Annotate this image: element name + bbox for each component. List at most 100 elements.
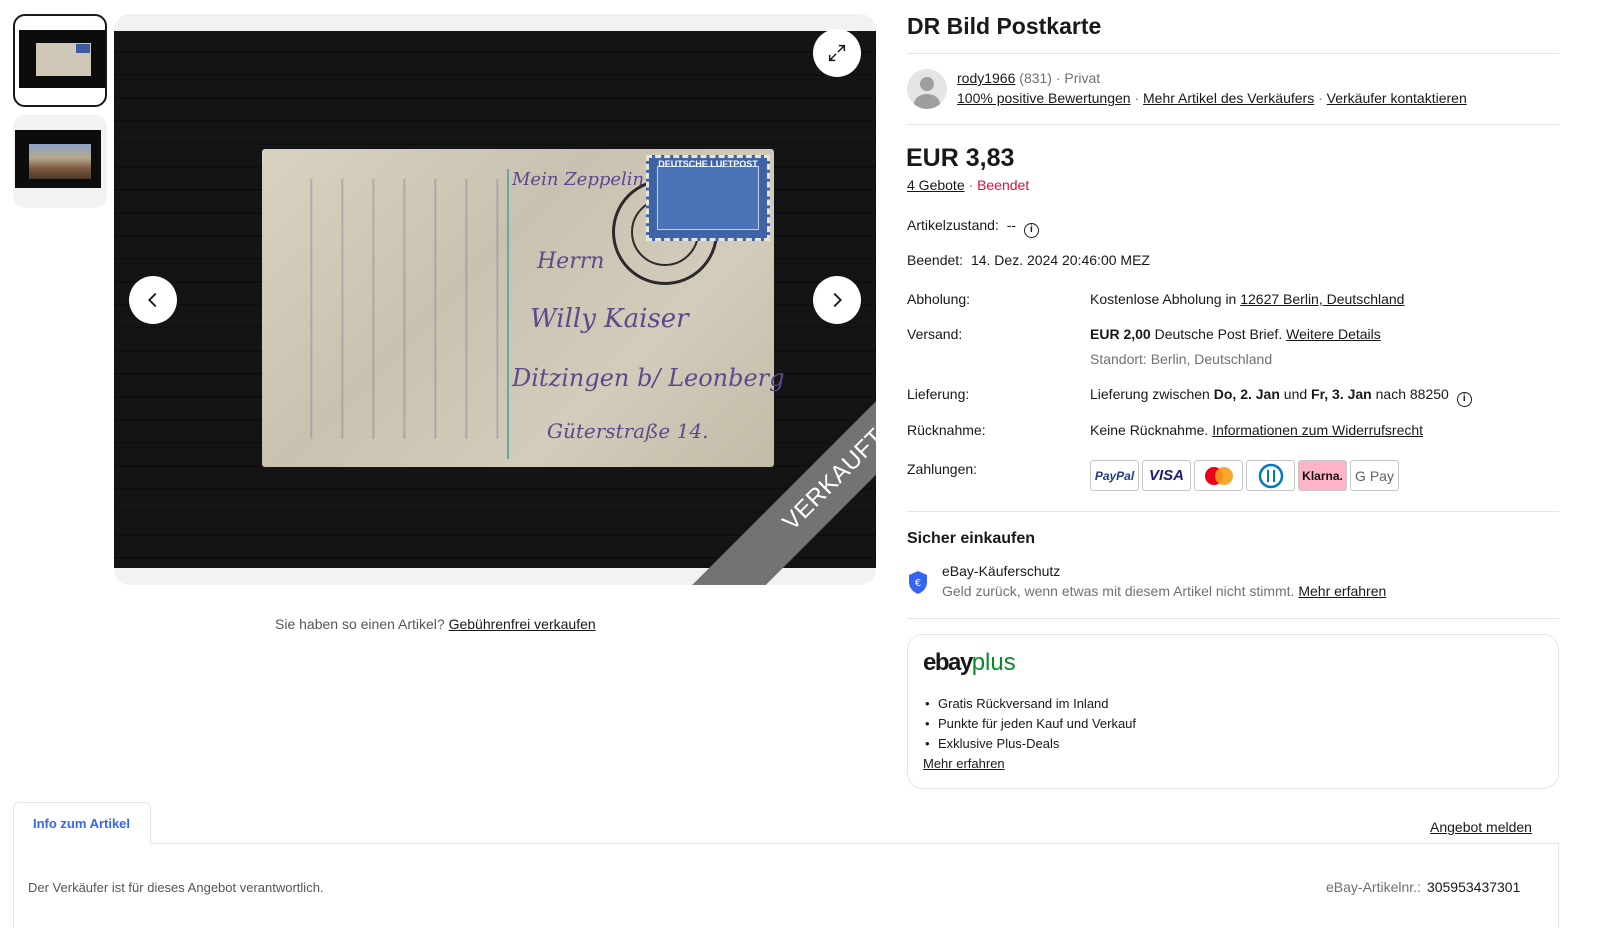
- tab-border: [1558, 843, 1559, 928]
- pickup-text: Kostenlose Abholung in: [1090, 291, 1237, 307]
- plus-learn-more-link[interactable]: Mehr erfahren: [923, 756, 1005, 771]
- buyer-protection-sub: Geld zurück, wenn etwas mit diesem Artik…: [942, 583, 1386, 599]
- info-icon[interactable]: i: [1456, 392, 1472, 407]
- seller-score: (831): [1019, 70, 1052, 86]
- seller-avatar[interactable]: [907, 69, 947, 109]
- mastercard-icon: [1204, 466, 1233, 485]
- main-photo[interactable]: Mein Zeppelin Herrn Willy Kaiser Ditzing…: [114, 31, 876, 568]
- shipping-label: Versand:: [907, 326, 963, 342]
- withdrawal-info-link[interactable]: Informationen zum Widerrufsrecht: [1212, 422, 1423, 438]
- pickup-location-link[interactable]: 12627 Berlin, Deutschland: [1240, 291, 1404, 307]
- separator: ·: [968, 177, 974, 193]
- shield-euro-icon: €: [909, 571, 927, 594]
- contact-seller-link[interactable]: Verkäufer kontaktieren: [1327, 90, 1467, 106]
- returns-value: Keine Rücknahme. Informationen zum Wider…: [1090, 422, 1423, 438]
- buyer-protection-title: eBay-Käuferschutz: [942, 563, 1061, 579]
- previous-image-button[interactable]: [129, 276, 177, 324]
- ebay-logo-text: ebay: [923, 649, 973, 676]
- seller-name-link[interactable]: rody1966: [957, 70, 1015, 86]
- condition-value: --: [1006, 217, 1017, 233]
- pickup-label: Abholung:: [907, 291, 971, 307]
- tab-item-info[interactable]: Info zum Artikel: [13, 802, 151, 844]
- sell-free-link[interactable]: Gebührenfrei verkaufen: [449, 616, 596, 632]
- stamp: DEUTSCHE LUFTPOST: [646, 155, 770, 241]
- thumbnail-2[interactable]: [13, 115, 107, 208]
- learn-more-link[interactable]: Mehr erfahren: [1298, 583, 1386, 599]
- tab-underline: [13, 843, 1559, 844]
- svg-text:€: €: [915, 578, 921, 589]
- thumbnail-stamp: [76, 44, 90, 53]
- divider: [907, 124, 1559, 125]
- seller-responsible-text: Der Verkäufer ist für dieses Angebot ver…: [28, 880, 324, 895]
- postcard: Mein Zeppelin Herrn Willy Kaiser Ditzing…: [262, 149, 785, 467]
- seller-links: 100% positive Bewertungen · Mehr Artikel…: [957, 90, 1467, 106]
- thumbnail-1[interactable]: [13, 14, 107, 107]
- separator: ·: [1318, 90, 1323, 106]
- divider: [907, 511, 1559, 512]
- report-listing-link[interactable]: Angebot melden: [1430, 819, 1532, 835]
- price: EUR 3,83: [906, 144, 1015, 172]
- delivery-to: Fr, 3. Jan: [1311, 386, 1372, 402]
- chevron-right-icon: [833, 292, 842, 308]
- image-gallery: Mein Zeppelin Herrn Willy Kaiser Ditzing…: [114, 14, 876, 585]
- visa-logo: VISA: [1142, 460, 1191, 491]
- secure-title: Sicher einkaufen: [907, 530, 1036, 547]
- divider: [907, 618, 1559, 619]
- pickup-value: Kostenlose Abholung in 12627 Berlin, Deu…: [1090, 291, 1404, 307]
- card-text-line: Güterstraße 14.: [547, 419, 709, 443]
- klarna-logo: Klarna.: [1298, 460, 1347, 491]
- feedback-link[interactable]: 100% positive Bewertungen: [957, 90, 1131, 106]
- buyer-protection-text: Geld zurück, wenn etwas mit diesem Artik…: [942, 583, 1295, 599]
- tab-border: [13, 843, 14, 928]
- item-number: eBay-Artikelnr.: 305953437301: [1326, 879, 1520, 895]
- bids-link[interactable]: 4 Gebote: [907, 177, 965, 193]
- handwriting-block: [282, 179, 502, 439]
- ended-row: Beendet: 14. Dez. 2024 20:46:00 MEZ: [907, 252, 1150, 268]
- expand-button[interactable]: [813, 29, 861, 77]
- returns-text: Keine Rücknahme.: [1090, 422, 1209, 438]
- seller-type: · Privat: [1055, 70, 1101, 86]
- delivery-and: und: [1283, 386, 1308, 402]
- listing-title: DR Bild Postkarte: [907, 13, 1102, 39]
- plus-benefits: Gratis Rückversand im Inland Punkte für …: [923, 696, 1136, 756]
- stamp-text: DEUTSCHE LUFTPOST: [658, 159, 758, 169]
- plus-logo-text: plus: [971, 649, 1016, 676]
- shipping-details-link[interactable]: Weitere Details: [1286, 326, 1381, 342]
- shipping-text: Deutsche Post Brief.: [1154, 326, 1283, 342]
- delivery-pre: Lieferung zwischen: [1090, 386, 1210, 402]
- chevron-left-icon: [148, 292, 157, 308]
- item-number-label: eBay-Artikelnr.:: [1326, 879, 1421, 895]
- diners-icon: [1258, 463, 1283, 488]
- seller-info: rody1966 (831) · Privat: [957, 70, 1100, 86]
- divider: [907, 53, 1559, 54]
- status-ended: Beendet: [977, 177, 1030, 193]
- gpay-logo: G Pay: [1350, 460, 1399, 491]
- thumbnail-strip: [13, 14, 107, 216]
- mastercard-logo: [1194, 460, 1243, 491]
- paypal-logo: PayPal: [1090, 460, 1139, 491]
- delivery-post: nach 88250: [1375, 386, 1449, 402]
- item-location: Standort: Berlin, Deutschland: [1090, 351, 1273, 367]
- condition-label: Artikelzustand:: [907, 217, 999, 233]
- ended-value: 14. Dez. 2024 20:46:00 MEZ: [970, 252, 1150, 268]
- separator: ·: [1134, 90, 1140, 106]
- delivery-from: Do, 2. Jan: [1213, 386, 1280, 402]
- next-image-button[interactable]: [813, 276, 861, 324]
- more-items-link[interactable]: Mehr Artikel des Verkäufers: [1143, 90, 1314, 106]
- condition-row: Artikelzustand: -- i: [907, 217, 1039, 238]
- sell-prompt-text: Sie haben so einen Artikel?: [275, 616, 445, 632]
- divider-line: [507, 169, 509, 459]
- list-item: Gratis Rückversand im Inland: [923, 696, 1136, 716]
- card-text-line: Ditzingen b/ Leonberg: [512, 364, 785, 392]
- card-text-line: Mein Zeppelin: [512, 169, 645, 190]
- delivery-value: Lieferung zwischen Do, 2. Jan und Fr, 3.…: [1090, 386, 1472, 407]
- shipping-price: EUR 2,00: [1090, 326, 1151, 342]
- ebay-plus-box: ebayplus Gratis Rückversand im Inland Pu…: [907, 634, 1559, 789]
- sell-prompt: Sie haben so einen Artikel? Gebührenfrei…: [275, 616, 596, 632]
- list-item: Exklusive Plus-Deals: [923, 736, 1136, 756]
- ebay-plus-logo: ebayplus: [923, 649, 1016, 677]
- info-icon[interactable]: i: [1023, 223, 1039, 238]
- thumbnail-image: [15, 130, 101, 188]
- shipping-value: EUR 2,00 Deutsche Post Brief. Weitere De…: [1090, 326, 1381, 342]
- ended-label: Beendet:: [907, 252, 964, 268]
